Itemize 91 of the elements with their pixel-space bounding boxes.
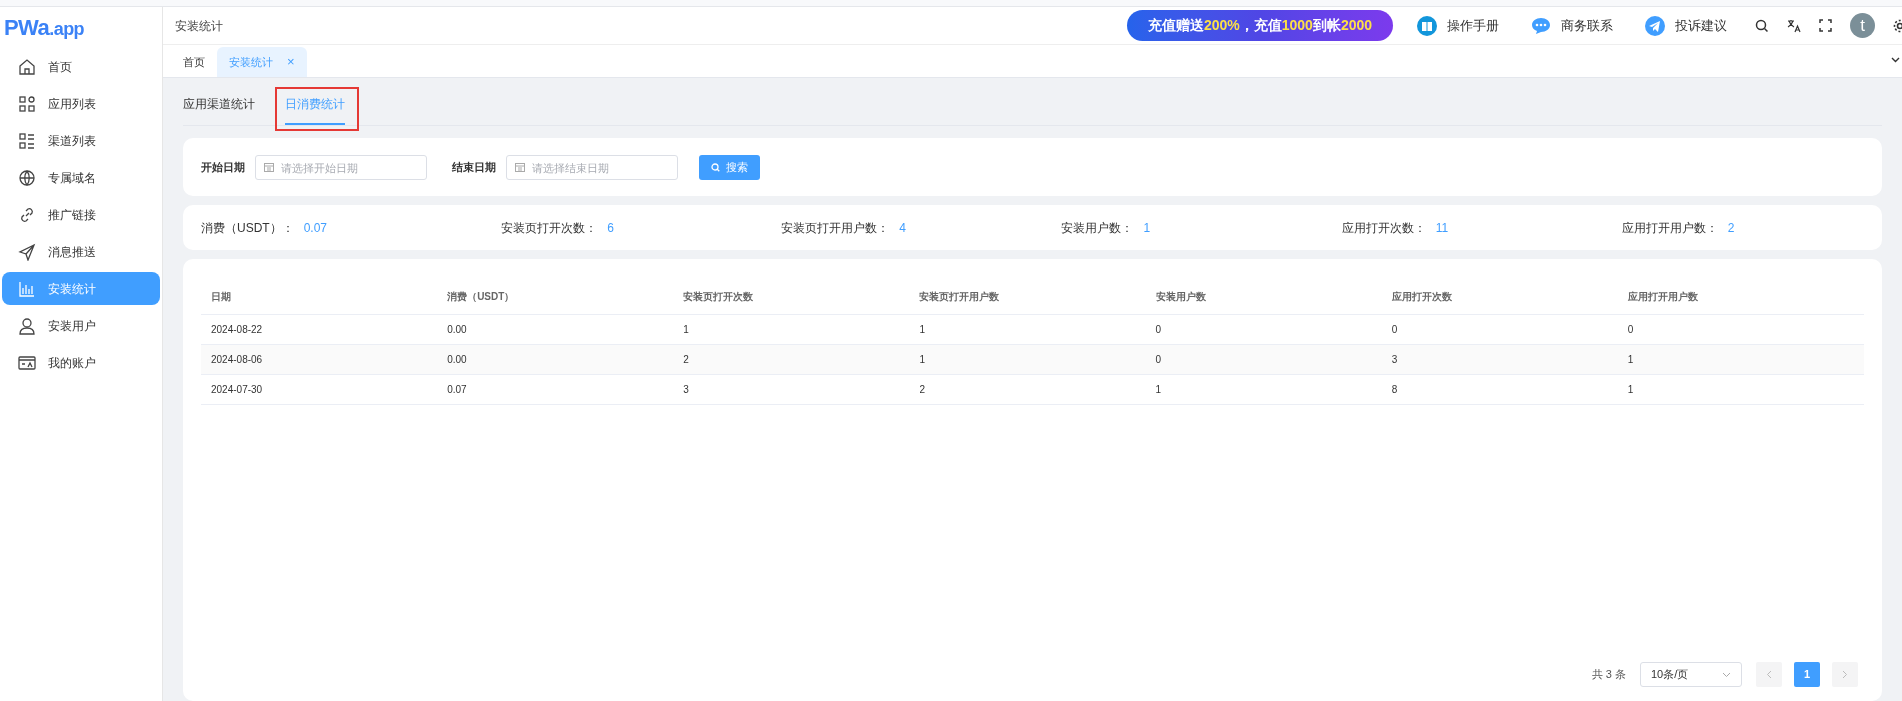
- id-card-icon: [18, 353, 36, 372]
- header-link[interactable]: 投诉建议: [1645, 15, 1727, 36]
- bar-chart-icon: [18, 279, 36, 298]
- table-cell-text: 2024-08-22: [211, 323, 264, 337]
- table-cell-text: 0: [1155, 353, 1163, 367]
- table-cell-text: 1: [683, 323, 690, 337]
- stat-value: 6: [607, 219, 614, 237]
- table-cell-text: 0.07: [447, 383, 468, 397]
- column-header: 消费（USDT）: [447, 290, 516, 304]
- table-cell-text: 1: [1155, 383, 1163, 397]
- table-cell-text: 0.00: [447, 323, 468, 337]
- list-icon: [18, 131, 36, 150]
- column-header: 安装用户数: [1155, 290, 1207, 304]
- settings-icon[interactable]: [1893, 18, 1902, 33]
- column-header: 应用打开用户数: [1627, 290, 1699, 304]
- search-icon: [711, 162, 720, 172]
- sidebar-item[interactable]: 专属域名: [2, 161, 160, 194]
- date-field[interactable]: 请选择结束日期: [506, 155, 678, 180]
- user-icon: [18, 316, 36, 335]
- breadcrumb: 安装统计: [175, 17, 223, 35]
- book-icon: [1417, 15, 1437, 36]
- column-header: 安装页打开用户数: [919, 290, 1001, 304]
- banner-text: ，充值: [1239, 16, 1282, 35]
- promo-banner[interactable]: 充值赠送200%，充值1000到帐2000: [1127, 10, 1393, 41]
- page-tab[interactable]: 首页: [171, 47, 217, 77]
- sidebar-item[interactable]: 我的账户: [2, 346, 160, 379]
- table-cell-text: 2: [683, 353, 690, 367]
- banner-text: 到帐: [1312, 16, 1341, 35]
- sidebar-item[interactable]: 首页: [2, 50, 160, 83]
- logo: PWa.app: [4, 13, 85, 42]
- stat-label: 安装页打开用户数：: [781, 219, 890, 237]
- home-icon: [18, 57, 36, 76]
- sidebar-item[interactable]: 渠道列表: [2, 124, 160, 157]
- stat-value: 11: [1435, 219, 1449, 237]
- link-icon: [18, 205, 36, 224]
- field-label: 开始日期: [201, 159, 245, 175]
- field-label: 结束日期: [452, 159, 496, 175]
- calendar-icon: [515, 161, 525, 172]
- table-cell-text: 2: [919, 383, 926, 397]
- column-header: 应用打开次数: [1391, 290, 1453, 304]
- fullscreen-icon[interactable]: [1819, 19, 1832, 32]
- chat-bubble-icon: [1531, 15, 1551, 36]
- page-size-select[interactable]: 10条/页: [1640, 662, 1742, 687]
- chevron-left-icon: [1766, 670, 1772, 679]
- paper-plane-icon: [18, 242, 36, 261]
- table-cell-text: 2024-08-06: [211, 353, 264, 367]
- chevron-down-icon[interactable]: [1891, 57, 1900, 63]
- table-cell-text: 8: [1391, 383, 1399, 397]
- calendar-icon: [264, 161, 274, 172]
- table-cell-text: 0: [1391, 323, 1399, 337]
- chevron-right-icon: [1842, 670, 1848, 679]
- stat-label: 应用打开用户数：: [1621, 219, 1718, 237]
- table-cell-text: 0.00: [447, 353, 468, 367]
- banner-text: 2000: [1340, 16, 1373, 35]
- table-cell-text: 1: [919, 353, 926, 367]
- globe-icon: [18, 168, 36, 187]
- stat-label: 安装页打开次数：: [501, 219, 598, 237]
- banner-text: 充值赠送: [1147, 16, 1204, 35]
- translate-icon[interactable]: [1787, 18, 1801, 33]
- banner-text: 1000: [1281, 16, 1313, 35]
- date-field[interactable]: 请选择开始日期: [255, 155, 427, 180]
- sidebar-item[interactable]: 推广链接: [2, 198, 160, 231]
- sidebar-item[interactable]: 消息推送: [2, 235, 160, 268]
- banner-text: 200%: [1203, 16, 1240, 35]
- sub-tab[interactable]: 应用渠道统计: [183, 95, 255, 125]
- table-cell-text: 1: [919, 323, 926, 337]
- stat-label: 应用打开次数：: [1341, 219, 1426, 237]
- table-cell-text: 2024-07-30: [211, 383, 264, 397]
- column-header: 日期: [211, 290, 232, 304]
- table-cell-text: 1: [1627, 353, 1635, 367]
- stat-value: 2: [1727, 219, 1735, 237]
- table-cell-text: 3: [683, 383, 690, 397]
- table-cell-text: 0: [1627, 323, 1635, 337]
- search-icon[interactable]: [1755, 18, 1769, 33]
- header-link[interactable]: 商务联系: [1531, 15, 1613, 36]
- total-count: 共 3 条: [1591, 667, 1626, 683]
- stat-value: 0.07: [303, 219, 328, 237]
- stat-value: 1: [1143, 219, 1151, 237]
- stat-value: 4: [899, 219, 906, 237]
- chevron-down-icon: [1722, 671, 1731, 678]
- column-header: 安装页打开次数: [683, 290, 755, 304]
- paper-plane-icon: [1645, 15, 1665, 36]
- grid-icon: [18, 94, 36, 113]
- stat-label: 消费（USDT）：: [201, 219, 294, 237]
- stat-label: 安装用户数：: [1061, 219, 1134, 237]
- table-cell-text: 0: [1155, 323, 1163, 337]
- header-link[interactable]: 操作手册: [1417, 15, 1499, 36]
- sidebar-item[interactable]: 应用列表: [2, 87, 160, 120]
- table-cell-text: 3: [1391, 353, 1399, 367]
- table-cell-text: 1: [1627, 383, 1635, 397]
- sidebar-item[interactable]: 安装用户: [2, 309, 160, 342]
